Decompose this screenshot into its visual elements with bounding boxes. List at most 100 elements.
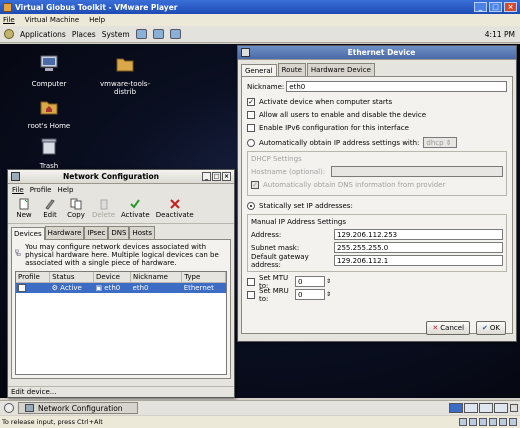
- delete-button[interactable]: Delete: [92, 198, 115, 219]
- ipv6-label: Enable IPv6 configuration for this inter…: [259, 123, 409, 132]
- desktop-icon-vmware-tools[interactable]: vmware-tools-distrib: [90, 54, 160, 96]
- panel-places[interactable]: Places: [72, 30, 96, 39]
- tab-route[interactable]: Route: [277, 63, 306, 76]
- maximize-button[interactable]: □: [489, 2, 502, 12]
- dns-provider-label: Automatically obtain DNS information fro…: [263, 180, 446, 189]
- ethernet-device-icon: ▣: [95, 284, 103, 292]
- gateway-input[interactable]: 129.206.112.1: [334, 255, 503, 266]
- window-menu-icon[interactable]: [11, 172, 20, 181]
- deactivate-label: Deactivate: [155, 211, 194, 219]
- table-row[interactable]: ✓ ⚙ Active ▣ eth0 eth0 Ethernet: [16, 282, 226, 293]
- mtu-checkbox[interactable]: [247, 277, 255, 286]
- menu-file[interactable]: File: [3, 16, 15, 24]
- desktop-icon-trash[interactable]: Trash: [14, 136, 84, 170]
- taskbar-item-network-configuration[interactable]: Network Configuration: [18, 402, 138, 414]
- mtu-spin[interactable]: 0: [295, 276, 325, 287]
- mtu-spin-arrows-icon[interactable]: ⇕: [326, 278, 331, 285]
- auto-ip-radio[interactable]: [247, 138, 255, 147]
- cancel-button[interactable]: ✕ Cancel: [426, 321, 471, 335]
- tab-ipsec[interactable]: IPsec: [84, 226, 109, 239]
- mru-checkbox[interactable]: [247, 290, 255, 299]
- browser-launcher-icon[interactable]: [135, 29, 147, 39]
- panel-system[interactable]: System: [102, 30, 130, 39]
- mru-spin-arrows-icon[interactable]: ⇕: [326, 291, 331, 298]
- show-desktop-icon[interactable]: [4, 403, 14, 413]
- tab-dns[interactable]: DNS: [108, 226, 130, 239]
- address-input[interactable]: 129.206.112.253: [334, 229, 503, 240]
- device-display-icon[interactable]: [509, 418, 517, 426]
- edit-icon: [45, 199, 55, 210]
- gateway-label: Default gateway address:: [251, 252, 309, 269]
- column-header-device[interactable]: Device: [93, 272, 132, 283]
- active-status-icon: ⚙: [51, 284, 58, 292]
- trash-applet-icon[interactable]: [510, 404, 518, 412]
- device-name: eth0: [104, 284, 121, 292]
- maximize-button[interactable]: □: [212, 172, 221, 181]
- menu-help[interactable]: Help: [57, 186, 73, 194]
- close-button[interactable]: ×: [504, 2, 517, 12]
- allow-users-checkbox[interactable]: [247, 110, 255, 119]
- tab-hosts[interactable]: Hosts: [129, 226, 156, 239]
- dns-provider-checkbox[interactable]: ✓: [251, 180, 259, 189]
- device-sound-icon[interactable]: [499, 418, 507, 426]
- static-ip-radio[interactable]: [247, 201, 255, 210]
- minimize-button[interactable]: _: [202, 172, 211, 181]
- tab-devices[interactable]: Devices: [11, 227, 45, 240]
- column-header-profile[interactable]: Profile: [16, 272, 51, 283]
- top-panel: Applications Places System 4:11 PM: [0, 26, 520, 43]
- desktop-icon-computer[interactable]: Computer: [14, 54, 84, 88]
- device-usb-icon[interactable]: [489, 418, 497, 426]
- ethernet-dialog-title: Ethernet Device: [347, 48, 416, 57]
- minimize-button[interactable]: _: [474, 2, 487, 12]
- workspace-1[interactable]: [449, 403, 463, 413]
- window-menu-icon[interactable]: [241, 48, 250, 57]
- profile-checkbox[interactable]: ✓: [18, 284, 26, 292]
- activate-button[interactable]: Activate: [121, 198, 150, 219]
- column-header-nickname[interactable]: Nickname: [130, 272, 183, 283]
- activate-on-start-label: Activate device when computer starts: [259, 97, 393, 106]
- vmware-title-bar: Virtual Globus Toolkit - VMware Player _…: [0, 0, 520, 14]
- menu-help[interactable]: Help: [89, 16, 105, 24]
- panel-applications[interactable]: Applications: [20, 30, 66, 39]
- column-header-status[interactable]: Status: [49, 272, 94, 283]
- panel-clock[interactable]: 4:11 PM: [485, 26, 515, 43]
- close-button[interactable]: ×: [222, 172, 231, 181]
- notes-launcher-icon[interactable]: [169, 29, 181, 39]
- device-network-icon[interactable]: [479, 418, 487, 426]
- ok-button[interactable]: ✔ OK: [476, 321, 506, 335]
- activate-on-start-checkbox[interactable]: ✓: [247, 97, 255, 106]
- deactivate-button[interactable]: Deactivate: [156, 198, 194, 219]
- general-tab-page: Nickname: eth0 ✓ Activate device when com…: [241, 76, 513, 334]
- tab-hardware-device[interactable]: Hardware Device: [306, 63, 375, 76]
- nickname-label: Nickname:: [247, 82, 285, 91]
- menu-profile[interactable]: Profile: [30, 186, 52, 194]
- bottom-panel: Network Configuration: [0, 400, 520, 415]
- hostname-label: Hostname (optional):: [251, 167, 326, 176]
- gnome-foot-icon[interactable]: [4, 29, 14, 39]
- mru-spin[interactable]: 0: [295, 289, 325, 300]
- auto-ip-method-select[interactable]: dhcp ⇕: [423, 137, 458, 148]
- nickname-input[interactable]: eth0: [286, 81, 507, 92]
- mail-launcher-icon[interactable]: [152, 29, 164, 39]
- ipv6-checkbox[interactable]: [247, 123, 255, 132]
- device-cdrom-icon[interactable]: [469, 418, 477, 426]
- hostname-input[interactable]: [331, 166, 503, 177]
- address-label: Address:: [251, 230, 282, 239]
- device-floppy-icon[interactable]: [459, 418, 467, 426]
- desktop-icon-label: Computer: [31, 80, 67, 88]
- vmware-statusbar: To release input, press Ctrl+Alt: [0, 416, 520, 428]
- subnet-input[interactable]: 255.255.255.0: [334, 242, 503, 253]
- home-folder-icon: [40, 101, 58, 115]
- menu-file[interactable]: File: [12, 186, 24, 194]
- workspace-4[interactable]: [494, 403, 508, 413]
- desktop-icon-home[interactable]: root's Home: [14, 96, 84, 130]
- new-button[interactable]: New: [14, 198, 34, 219]
- workspace-2[interactable]: [464, 403, 478, 413]
- menu-virtual-machine[interactable]: Virtual Machine: [25, 16, 79, 24]
- workspace-3[interactable]: [479, 403, 493, 413]
- vmware-menubar: File Virtual Machine Help: [0, 14, 520, 26]
- tab-hardware[interactable]: Hardware: [44, 226, 85, 239]
- copy-button[interactable]: Copy: [66, 198, 86, 219]
- edit-button[interactable]: Edit: [40, 198, 60, 219]
- column-header-type[interactable]: Type: [181, 272, 226, 283]
